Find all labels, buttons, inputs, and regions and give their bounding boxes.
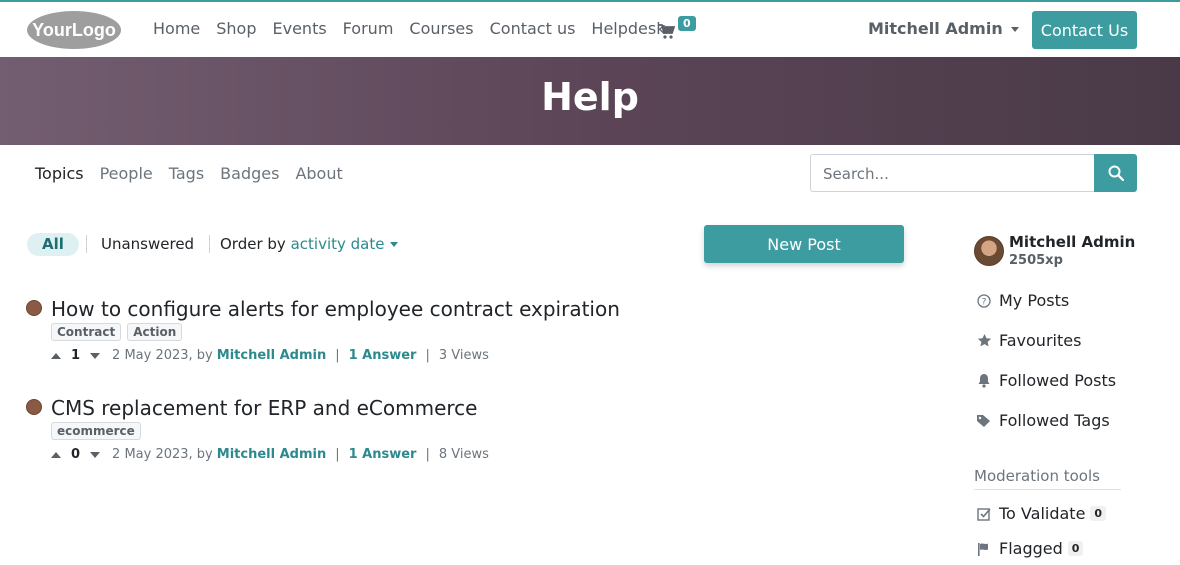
nav-courses[interactable]: Courses xyxy=(409,19,473,38)
post-answers-link[interactable]: 1 Answer xyxy=(349,447,417,462)
vote-down-icon[interactable] xyxy=(90,352,101,359)
tab-people[interactable]: People xyxy=(100,164,153,183)
sidebar-item-label: Followed Tags xyxy=(999,411,1110,430)
divider: | xyxy=(425,447,430,462)
divider: | xyxy=(425,348,430,363)
post-views: 8 Views xyxy=(438,447,489,462)
cart-count-badge: 0 xyxy=(678,16,696,31)
check-square-icon xyxy=(976,506,992,522)
sidebar-item-flagged[interactable]: Flagged 0 xyxy=(976,539,1084,558)
nav-forum[interactable]: Forum xyxy=(343,19,394,38)
new-post-button[interactable]: New Post xyxy=(704,225,904,263)
search-button[interactable] xyxy=(1094,154,1137,192)
sidebar-user-name[interactable]: Mitchell Admin xyxy=(1009,233,1135,251)
search-input[interactable]: Search... xyxy=(810,154,1095,192)
vote-up-icon[interactable] xyxy=(51,352,61,359)
tag-badge[interactable]: Action xyxy=(127,323,183,341)
filter-all[interactable]: All xyxy=(27,233,79,256)
sidebar-item-followed-posts[interactable]: Followed Posts xyxy=(976,371,1116,390)
vote-up-icon[interactable] xyxy=(51,451,61,458)
sidebar-item-favourites[interactable]: Favourites xyxy=(976,331,1081,350)
svg-text:?: ? xyxy=(982,297,987,307)
post-author-link[interactable]: Mitchell Admin xyxy=(217,348,326,363)
divider xyxy=(209,235,210,253)
nav-home[interactable]: Home xyxy=(153,19,200,38)
vote-count: 1 xyxy=(71,348,81,363)
sidebar-item-label: Followed Posts xyxy=(999,371,1117,390)
sidebar-item-label: Flagged xyxy=(999,539,1063,558)
to-validate-count: 0 xyxy=(1090,506,1107,521)
sidebar-item-label: To Validate xyxy=(999,504,1086,523)
bell-icon xyxy=(976,373,992,389)
logo-text: YourLogo xyxy=(32,20,116,40)
vote-down-icon[interactable] xyxy=(90,451,101,458)
site-header: YourLogo Home Shop Events Forum Courses … xyxy=(0,2,1180,57)
search-icon xyxy=(1108,165,1124,181)
site-logo[interactable]: YourLogo xyxy=(26,10,122,50)
nav-events[interactable]: Events xyxy=(273,19,327,38)
order-by-label: Order by xyxy=(220,235,286,253)
cart-icon xyxy=(659,24,675,39)
post-views: 3 Views xyxy=(438,348,489,363)
cart-button[interactable]: 0 xyxy=(659,16,699,44)
tab-tags[interactable]: Tags xyxy=(169,164,204,183)
flag-icon xyxy=(976,541,992,557)
post-tags: Contract Action xyxy=(51,323,183,341)
post-meta: 0 2 May 2023, by Mitchell Admin | 1 Answ… xyxy=(51,447,489,462)
forum-subnav: Topics People Tags Badges About xyxy=(35,164,359,183)
post-tags: ecommerce xyxy=(51,422,141,440)
divider: | xyxy=(335,348,340,363)
star-icon xyxy=(976,333,992,349)
post-title[interactable]: CMS replacement for ERP and eCommerce xyxy=(51,396,477,420)
vote-count: 0 xyxy=(71,447,81,462)
contact-us-button[interactable]: Contact Us xyxy=(1032,11,1137,49)
filter-unanswered[interactable]: Unanswered xyxy=(101,235,194,253)
sidebar-item-followed-tags[interactable]: Followed Tags xyxy=(976,411,1110,430)
tags-icon xyxy=(976,413,992,429)
nav-shop[interactable]: Shop xyxy=(216,19,256,38)
post-title[interactable]: How to configure alerts for employee con… xyxy=(51,297,620,321)
nav-helpdesk[interactable]: Helpdesk xyxy=(591,19,665,38)
order-by-value: activity date xyxy=(290,235,385,253)
sidebar-item-to-validate[interactable]: To Validate 0 xyxy=(976,504,1107,523)
post-date: 2 May 2023, by xyxy=(112,348,213,363)
sidebar-user-xp: 2505xp xyxy=(1009,253,1063,268)
chevron-down-icon xyxy=(390,242,399,247)
tab-badges[interactable]: Badges xyxy=(220,164,279,183)
avatar xyxy=(26,399,42,415)
flagged-count: 0 xyxy=(1067,541,1084,556)
sidebar-item-my-posts[interactable]: ? My Posts xyxy=(976,291,1069,310)
chevron-down-icon xyxy=(1010,27,1019,32)
page-title: Help xyxy=(541,75,639,119)
divider: | xyxy=(335,447,340,462)
tag-badge[interactable]: ecommerce xyxy=(51,422,141,440)
tab-topics[interactable]: Topics xyxy=(35,164,84,183)
question-circle-icon: ? xyxy=(976,293,992,309)
nav-contact-us[interactable]: Contact us xyxy=(490,19,576,38)
user-menu-name: Mitchell Admin xyxy=(868,19,1003,38)
order-by-dropdown[interactable]: Order by activity date xyxy=(220,235,399,253)
avatar xyxy=(26,300,42,316)
post-date: 2 May 2023, by xyxy=(112,447,213,462)
post-meta: 1 2 May 2023, by Mitchell Admin | 1 Answ… xyxy=(51,348,489,363)
page-banner: Help xyxy=(0,57,1180,145)
main-nav: Home Shop Events Forum Courses Contact u… xyxy=(153,19,682,38)
sidebar-item-label: My Posts xyxy=(999,291,1070,310)
post-answers-link[interactable]: 1 Answer xyxy=(349,348,417,363)
moderation-tools-heading: Moderation tools xyxy=(974,467,1121,490)
tab-about[interactable]: About xyxy=(295,164,342,183)
sidebar-item-label: Favourites xyxy=(999,331,1082,350)
post-author-link[interactable]: Mitchell Admin xyxy=(217,447,326,462)
avatar[interactable] xyxy=(974,236,1004,266)
tag-badge[interactable]: Contract xyxy=(51,323,122,341)
divider xyxy=(86,235,87,253)
user-menu[interactable]: Mitchell Admin xyxy=(868,19,1019,38)
